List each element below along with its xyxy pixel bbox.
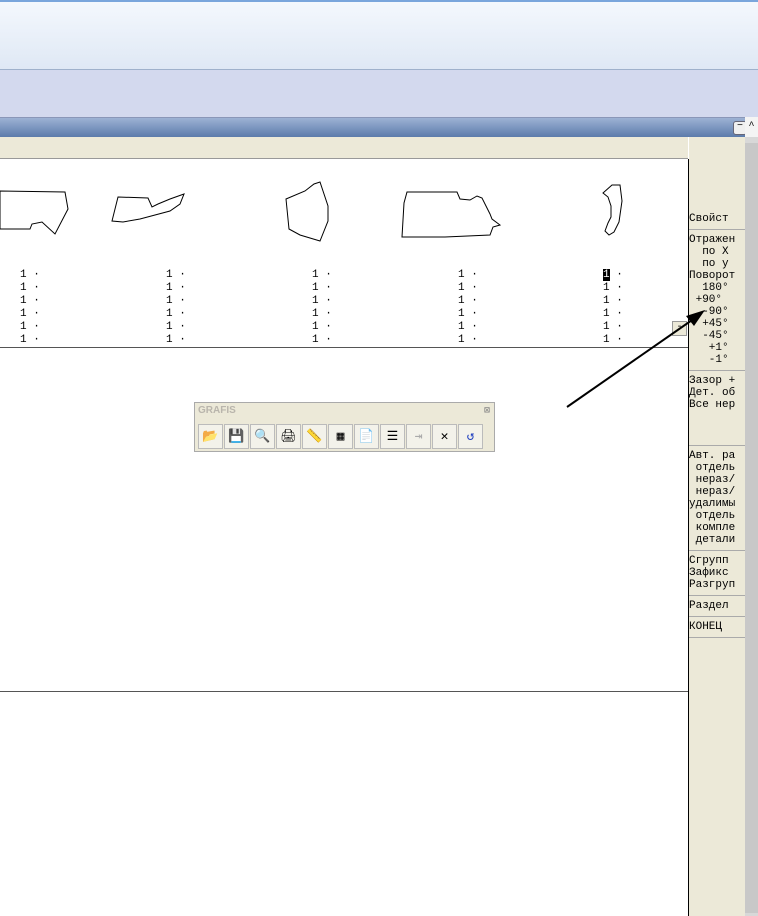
count-column: 1 · 1 · 1 · 1 · 1 · 1 ·	[458, 269, 478, 346]
panel-command[interactable]: Сгрупп	[689, 555, 745, 567]
pattern-piece	[602, 184, 623, 236]
toolbar-title: GRAFIS	[198, 405, 236, 416]
scroll-up-icon[interactable]: ^	[745, 117, 758, 137]
print-icon[interactable]: 🖨	[276, 424, 301, 449]
divider	[0, 691, 688, 692]
panel-command[interactable]: по y	[689, 258, 745, 270]
panel-command[interactable]: КОНЕЦ	[689, 621, 745, 633]
panel-command[interactable]: Зазор +	[689, 375, 745, 387]
panel-command[interactable]: +1°	[689, 342, 745, 354]
divider	[0, 347, 688, 348]
panel-command[interactable]: по X	[689, 246, 745, 258]
pattern-piece	[285, 181, 329, 242]
panel-command[interactable]: -90°	[689, 306, 745, 318]
panel-command[interactable]: Поворот	[689, 270, 745, 282]
panel-command[interactable]: Свойст	[689, 213, 745, 225]
grafis-toolbar[interactable]: GRAFIS ⊠ 📂 💾 🔍 🖨 📏 ▦ 📄 ☰ ⇥ ✕ ↺	[194, 402, 495, 452]
collapse-button[interactable]: -	[672, 321, 687, 336]
zoom-icon[interactable]: 🔍	[250, 424, 275, 449]
close-icon[interactable]: ⊠	[484, 405, 490, 417]
pattern-piece	[0, 190, 69, 235]
panel-command[interactable]: удалимы	[689, 498, 745, 510]
panel-command[interactable]: отдель	[689, 462, 745, 474]
pattern-piece	[401, 191, 502, 238]
pattern-pieces	[0, 181, 623, 242]
panel-command[interactable]: Все нер	[689, 399, 745, 411]
window-titlebar	[0, 118, 745, 137]
page-icon[interactable]: 📄	[354, 424, 379, 449]
selected-count[interactable]: 1	[603, 269, 610, 281]
panel-command[interactable]: нераз/	[689, 486, 745, 498]
panel-command[interactable]: отдель	[689, 510, 745, 522]
panel-command[interactable]: Зафикс	[689, 567, 745, 579]
panel-command[interactable]: -45°	[689, 330, 745, 342]
panel-command[interactable]: Раздел	[689, 600, 745, 612]
panel-command[interactable]: +45°	[689, 318, 745, 330]
count-column: 1 · 1 · 1 · 1 · 1 · 1 ·	[166, 269, 186, 346]
count-column: 1 · 1 · 1 · 1 · 1 · 1 ·	[603, 269, 623, 346]
scroll-thumb[interactable]	[745, 143, 758, 913]
panel-command[interactable]: детали	[689, 534, 745, 546]
panel-command[interactable]: +90°	[689, 294, 745, 306]
panel-command[interactable]: -1°	[689, 354, 745, 366]
save-icon[interactable]: 💾	[224, 424, 249, 449]
panel-command[interactable]: 180°	[689, 282, 745, 294]
delete-icon[interactable]: ✕	[432, 424, 457, 449]
ruler-icon[interactable]: 📏	[302, 424, 327, 449]
undo-icon[interactable]: ↺	[458, 424, 483, 449]
count-column: 1 · 1 · 1 · 1 · 1 · 1 ·	[20, 269, 40, 346]
panel-command[interactable]: Авт. ра	[689, 450, 745, 462]
menu-bar	[0, 137, 688, 160]
open-icon[interactable]: 📂	[198, 424, 223, 449]
list-icon[interactable]: ☰	[380, 424, 405, 449]
panel-command[interactable]: Отражен	[689, 234, 745, 246]
count-column: 1 · 1 · 1 · 1 · 1 · 1 ·	[312, 269, 332, 346]
pattern-piece	[111, 193, 185, 223]
vertical-scrollbar[interactable]: ^	[745, 117, 758, 916]
top-band	[0, 0, 758, 70]
panel-command[interactable]: нераз/	[689, 474, 745, 486]
merge-icon[interactable]: ⇥	[406, 424, 431, 449]
panel-command[interactable]: Дет. об	[689, 387, 745, 399]
layout-canvas[interactable]: - 1 · 1 · 1 · 1 · 1 · 1 · 1 · 1 · 1 · 1 · 1 · 1 · …	[0, 159, 689, 916]
pieces-icon[interactable]: ▦	[328, 424, 353, 449]
panel-command[interactable]: Разгруп	[689, 579, 745, 591]
command-panel: Свойст Отражен по X по y Поворот 180° +90…	[689, 137, 745, 916]
panel-command[interactable]: компле	[689, 522, 745, 534]
toolbar-band	[0, 70, 758, 118]
